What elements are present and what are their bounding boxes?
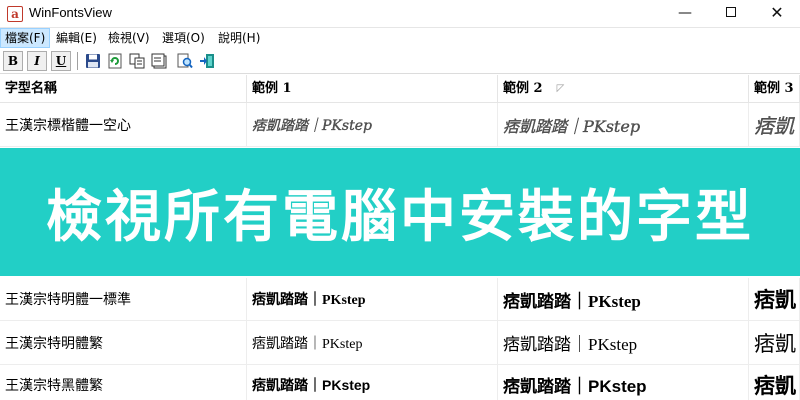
app-icon: a bbox=[7, 6, 23, 22]
sample-2-text: 痞凱踏踏｜PKstep bbox=[503, 335, 638, 354]
sample-2-text: 痞凱踏踏｜PKstep bbox=[503, 116, 641, 136]
font-name-cell: 王漢宗特明體一標準 bbox=[0, 278, 247, 320]
table-row[interactable]: 王漢宗特明體一標準 痞凱踏踏｜PKstep 痞凱踏踏｜PKstep 痞凱 bbox=[0, 278, 800, 321]
sample-1-cell: 痞凱踏踏｜PKstep bbox=[247, 365, 498, 400]
sample-1-cell: 痞凱踏踏｜PKstep bbox=[247, 321, 498, 364]
copy-icon[interactable] bbox=[129, 53, 145, 69]
sample-2-text: 痞凱踏踏｜PKstep bbox=[503, 291, 641, 311]
menu-view[interactable]: 檢視(V) bbox=[104, 28, 154, 48]
font-name-cell: 王漢宗特明體繁 bbox=[0, 321, 247, 364]
table-row[interactable]: 王漢宗特黑體繁 痞凱踏踏｜PKstep 痞凱踏踏｜PKstep 痞凱 bbox=[0, 365, 800, 400]
sample-3-text: 痞凱 bbox=[754, 114, 794, 138]
sample-1-text: 痞凱踏踏｜PKstep bbox=[252, 376, 371, 393]
table-row[interactable]: 王漢宗標楷體一空心 痞凱踏踏｜PKstep 痞凱踏踏｜PKstep 痞凱 bbox=[0, 103, 800, 147]
menu-help[interactable]: 說明(H) bbox=[214, 28, 264, 48]
banner-text: 檢視所有電腦中安裝的字型 bbox=[46, 184, 754, 250]
underline-button[interactable]: U bbox=[51, 51, 71, 71]
minimize-button[interactable]: — bbox=[662, 0, 708, 28]
menu-bar: 檔案(F) 編輯(E) 檢視(V) 選項(O) 說明(H) bbox=[0, 28, 800, 48]
save-icon[interactable] bbox=[85, 53, 101, 69]
menu-edit[interactable]: 編輯(E) bbox=[52, 28, 101, 48]
column-header-sample-3[interactable]: 範例 3 bbox=[749, 75, 800, 103]
column-header-label: 範例 1 bbox=[252, 81, 292, 96]
sample-2-text: 痞凱踏踏｜PKstep bbox=[503, 377, 647, 396]
font-name-cell: 王漢宗特黑體繁 bbox=[0, 365, 247, 400]
properties-icon[interactable] bbox=[151, 53, 167, 69]
sample-3-cell: 痞凱 bbox=[749, 321, 800, 364]
sample-1-text: 痞凱踏踏｜PKstep bbox=[252, 117, 372, 134]
menu-options[interactable]: 選項(O) bbox=[158, 28, 209, 48]
refresh-icon[interactable] bbox=[107, 53, 123, 69]
toolbar: B I U bbox=[0, 48, 800, 74]
sample-1-cell: 痞凱踏踏｜PKstep bbox=[247, 278, 498, 320]
headline-banner: 檢視所有電腦中安裝的字型 bbox=[0, 148, 800, 276]
column-header-font-name[interactable]: 字型名稱 bbox=[0, 75, 247, 103]
window-title: WinFontsView bbox=[29, 5, 112, 20]
sample-2-cell: 痞凱踏踏｜PKstep bbox=[498, 278, 749, 320]
column-header-label: 範例 3 bbox=[754, 81, 794, 96]
sample-2-cell: 痞凱踏踏｜PKstep bbox=[498, 365, 749, 400]
font-name-cell: 王漢宗標楷體一空心 bbox=[0, 103, 247, 146]
find-icon[interactable] bbox=[177, 53, 193, 69]
italic-button[interactable]: I bbox=[27, 51, 47, 71]
sample-2-cell: 痞凱踏踏｜PKstep bbox=[498, 103, 749, 146]
maximize-icon bbox=[726, 7, 736, 17]
column-header-label: 範例 2 bbox=[503, 81, 543, 96]
sample-3-cell: 痞凱 bbox=[749, 103, 800, 146]
table-row[interactable]: 王漢宗特明體繁 痞凱踏踏｜PKstep 痞凱踏踏｜PKstep 痞凱 bbox=[0, 321, 800, 365]
sort-indicator-icon: ◸ bbox=[556, 83, 565, 94]
sample-3-text: 痞凱 bbox=[754, 374, 796, 398]
sample-1-text: 痞凱踏踏｜PKstep bbox=[252, 336, 363, 352]
title-bar: a WinFontsView — ✕ bbox=[0, 0, 800, 28]
column-header-label: 字型名稱 bbox=[5, 81, 58, 96]
bold-button[interactable]: B bbox=[3, 51, 23, 71]
menu-file[interactable]: 檔案(F) bbox=[0, 28, 51, 48]
sample-3-text: 痞凱 bbox=[754, 331, 796, 356]
sample-1-text: 痞凱踏踏｜PKstep bbox=[252, 293, 366, 308]
column-header-sample-1[interactable]: 範例 1 bbox=[247, 75, 498, 103]
toolbar-separator bbox=[77, 52, 78, 70]
close-button[interactable]: ✕ bbox=[754, 0, 800, 28]
sample-3-text: 痞凱 bbox=[754, 288, 796, 312]
exit-icon[interactable] bbox=[199, 53, 215, 69]
column-header-sample-2[interactable]: 範例 2 ◸ bbox=[498, 75, 749, 103]
sample-2-cell: 痞凱踏踏｜PKstep bbox=[498, 321, 749, 364]
sample-1-cell: 痞凱踏踏｜PKstep bbox=[247, 103, 498, 146]
sample-3-cell: 痞凱 bbox=[749, 278, 800, 320]
maximize-button[interactable] bbox=[708, 0, 754, 28]
sample-3-cell: 痞凱 bbox=[749, 365, 800, 400]
